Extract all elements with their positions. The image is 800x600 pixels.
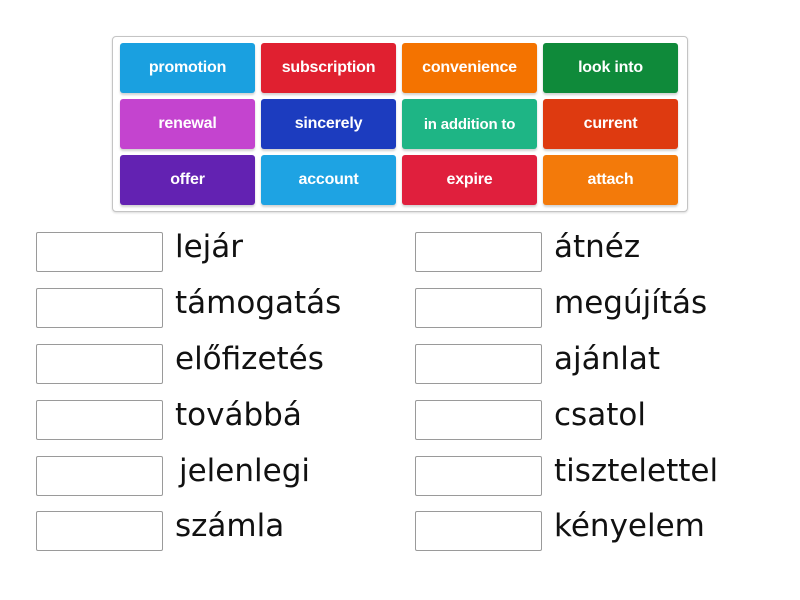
target-label: ajánlat: [554, 340, 661, 377]
target-label: megújítás: [554, 284, 708, 321]
drop-slot[interactable]: [36, 232, 163, 272]
target-row: számla: [36, 510, 284, 552]
target-row: lejár: [36, 231, 243, 273]
drop-slot[interactable]: [415, 400, 542, 440]
drop-slot[interactable]: [415, 456, 542, 496]
target-row: támogatás: [36, 287, 341, 329]
target-label: csatol: [554, 396, 646, 433]
target-row: megújítás: [415, 287, 707, 329]
target-row: tisztelettel: [415, 455, 718, 497]
target-row: jelenlegi: [36, 455, 310, 497]
tile-subscription[interactable]: subscription: [261, 43, 396, 93]
target-label: jelenlegi: [179, 452, 310, 489]
tile-attach[interactable]: attach: [543, 155, 678, 205]
target-label: támogatás: [175, 284, 342, 321]
target-label: előfizetés: [175, 340, 324, 377]
target-label: számla: [175, 507, 285, 544]
drop-slot[interactable]: [36, 511, 163, 551]
target-label: kényelem: [554, 507, 705, 544]
tile-expire[interactable]: expire: [402, 155, 537, 205]
target-row: ajánlat: [415, 343, 660, 385]
target-row: előfizetés: [36, 343, 324, 385]
tile-look-into[interactable]: look into: [543, 43, 678, 93]
tile-in-addition-to[interactable]: in addition to: [402, 99, 537, 149]
target-row: átnéz: [415, 231, 640, 273]
drop-slot[interactable]: [415, 232, 542, 272]
target-row: csatol: [415, 399, 646, 441]
tile-renewal[interactable]: renewal: [120, 99, 255, 149]
tile-promotion[interactable]: promotion: [120, 43, 255, 93]
target-label: lejár: [175, 228, 244, 265]
target-row: kényelem: [415, 510, 705, 552]
target-label: továbbá: [175, 396, 302, 433]
drop-slot[interactable]: [415, 511, 542, 551]
tile-convenience[interactable]: convenience: [402, 43, 537, 93]
tile-account[interactable]: account: [261, 155, 396, 205]
tile-offer[interactable]: offer: [120, 155, 255, 205]
tile-sincerely[interactable]: sincerely: [261, 99, 396, 149]
drop-slot[interactable]: [415, 344, 542, 384]
drop-slot[interactable]: [36, 400, 163, 440]
target-label: tisztelettel: [554, 452, 719, 489]
word-bank: promotion subscription convenience look …: [112, 36, 688, 212]
tile-current[interactable]: current: [543, 99, 678, 149]
drop-slot[interactable]: [36, 456, 163, 496]
target-row: továbbá: [36, 399, 302, 441]
drop-slot[interactable]: [36, 288, 163, 328]
drop-slot[interactable]: [415, 288, 542, 328]
drop-slot[interactable]: [36, 344, 163, 384]
target-label: átnéz: [554, 228, 641, 265]
